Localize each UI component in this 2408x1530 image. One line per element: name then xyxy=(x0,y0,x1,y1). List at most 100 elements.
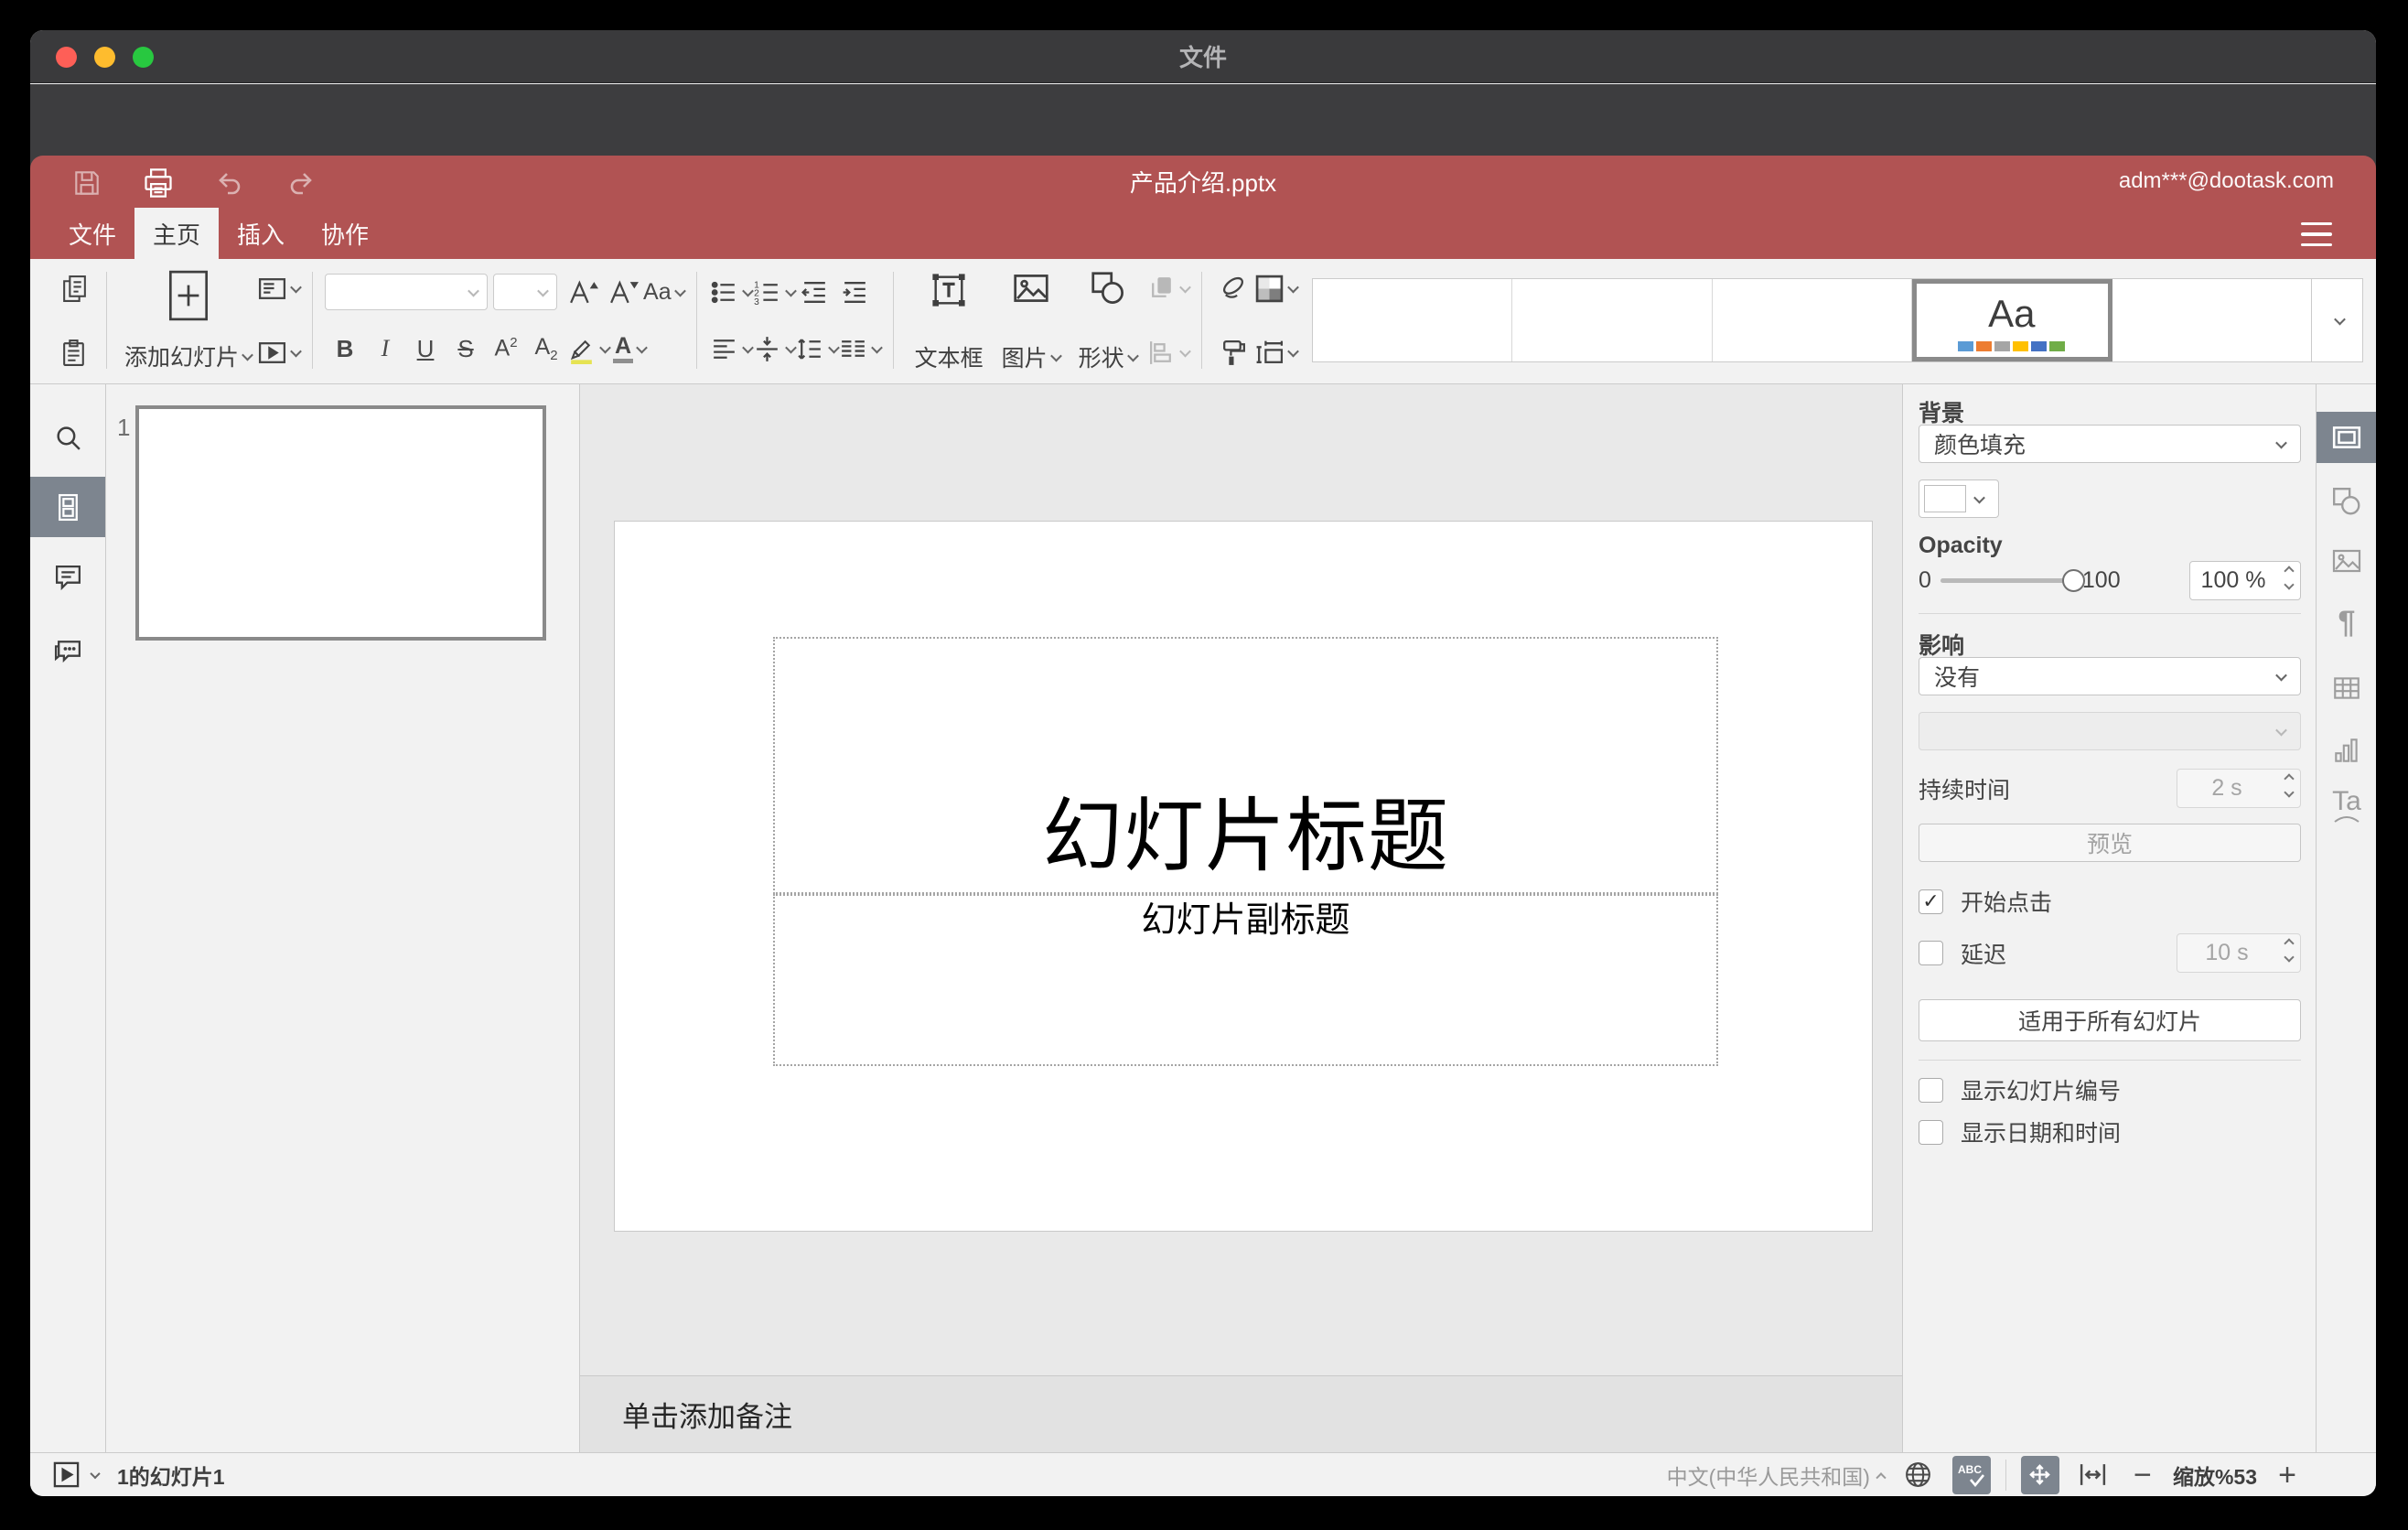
theme-colors-button[interactable] xyxy=(1254,268,1299,308)
shape-settings-button[interactable] xyxy=(2317,476,2376,527)
decrease-indent-button[interactable] xyxy=(795,272,835,312)
strikethrough-button[interactable]: S xyxy=(446,329,486,369)
paste-button[interactable] xyxy=(54,332,94,372)
bullet-list-button[interactable] xyxy=(709,272,754,312)
divider xyxy=(892,272,894,369)
comments-button[interactable] xyxy=(30,546,105,607)
effect-label: 影响 xyxy=(1919,633,1965,659)
minimize-window-button[interactable] xyxy=(94,47,115,68)
delay-checkbox[interactable] xyxy=(1919,941,1943,965)
close-window-button[interactable] xyxy=(56,47,77,68)
zoom-out-button[interactable]: − xyxy=(2127,1460,2158,1491)
print-button[interactable] xyxy=(138,163,178,203)
start-slideshow-status-button[interactable] xyxy=(52,1460,81,1489)
tab-home[interactable]: 主页 xyxy=(134,208,220,259)
set-language-button[interactable] xyxy=(1899,1456,1938,1494)
start-slideshow-button[interactable] xyxy=(257,332,302,372)
numbered-list-button[interactable] xyxy=(752,272,797,312)
clear-style-button[interactable] xyxy=(1214,268,1254,308)
title-placeholder[interactable]: 幻灯片标题 xyxy=(773,637,1718,894)
opacity-slider[interactable] xyxy=(1940,568,2085,592)
delay-input[interactable]: 10 s xyxy=(2177,933,2301,973)
effect-select[interactable]: 没有 xyxy=(1919,657,2301,695)
chart-settings-button[interactable] xyxy=(2317,725,2376,776)
textart-settings-button[interactable]: Ta xyxy=(2317,781,2376,833)
search-button[interactable] xyxy=(30,407,105,468)
slide-canvas[interactable]: 幻灯片标题 幻灯片副标题 xyxy=(615,522,1872,1231)
show-slide-number-checkbox[interactable] xyxy=(1919,1077,1943,1103)
insert-textbox-button[interactable]: 文本框 xyxy=(906,266,993,374)
slide-layout-button[interactable] xyxy=(257,268,302,308)
duration-input[interactable]: 2 s xyxy=(2177,769,2301,808)
effect-type-select[interactable] xyxy=(1919,712,2301,750)
image-settings-button[interactable] xyxy=(2317,535,2376,587)
table-settings-button[interactable] xyxy=(2317,663,2376,714)
vertical-align-button[interactable] xyxy=(752,329,797,369)
fill-type-select[interactable]: 颜色填充 xyxy=(1919,425,2301,463)
editor-header: 产品介绍.pptx adm***@dootask.com 文件 主页 插入 协作 xyxy=(30,156,2376,259)
insert-shape-button[interactable]: 形状 xyxy=(1070,266,1146,374)
paragraph-settings-button[interactable]: ¶ xyxy=(2317,597,2376,648)
theme-tile-selected[interactable]: Aa xyxy=(1912,279,2112,361)
slide-settings-button[interactable] xyxy=(2317,412,2376,463)
maximize-window-button[interactable] xyxy=(133,47,154,68)
slide-size-button[interactable] xyxy=(1254,332,1299,372)
theme-gallery-more-button[interactable] xyxy=(2311,279,2362,361)
bold-button[interactable]: B xyxy=(325,329,365,369)
slide-thumbnail[interactable] xyxy=(135,405,546,641)
line-spacing-button[interactable] xyxy=(795,329,840,369)
spinner-arrows[interactable] xyxy=(2284,773,2295,798)
tab-file[interactable]: 文件 xyxy=(50,208,134,259)
decrease-font-size-button[interactable] xyxy=(603,272,643,312)
horizontal-align-button[interactable] xyxy=(709,329,754,369)
copy-button[interactable] xyxy=(54,268,94,308)
change-case-button[interactable]: Aa xyxy=(643,272,686,312)
opacity-input[interactable]: 100 % xyxy=(2189,560,2301,600)
copy-style-button[interactable] xyxy=(1214,332,1254,372)
spinner-arrows[interactable] xyxy=(2284,938,2295,963)
spellcheck-button[interactable]: ABC xyxy=(1951,1455,1991,1494)
increase-font-size-button[interactable] xyxy=(563,272,603,312)
show-date-time-label: 显示日期和时间 xyxy=(1961,1121,2122,1147)
slides-panel-button[interactable] xyxy=(30,477,105,537)
start-on-click-checkbox[interactable]: ✓ xyxy=(1919,889,1943,914)
undo-button[interactable] xyxy=(210,163,250,203)
font-color-button[interactable]: A xyxy=(609,329,650,369)
italic-button[interactable]: I xyxy=(365,329,405,369)
fit-to-slide-button[interactable] xyxy=(2020,1455,2059,1494)
tab-collaboration[interactable]: 协作 xyxy=(303,208,387,259)
spinner-arrows[interactable] xyxy=(2284,565,2295,590)
add-slide-button[interactable]: 添加幻灯片 xyxy=(119,266,257,374)
chat-button[interactable] xyxy=(30,620,105,680)
chevron-down-icon xyxy=(290,345,302,357)
increase-indent-button[interactable] xyxy=(835,272,876,312)
fit-to-width-button[interactable] xyxy=(2074,1456,2112,1494)
save-button[interactable] xyxy=(67,163,107,203)
apply-to-all-button[interactable]: 适用于所有幻灯片 xyxy=(1919,999,2301,1041)
align-shape-button[interactable] xyxy=(1146,332,1191,372)
underline-button[interactable]: U xyxy=(405,329,446,369)
theme-tile[interactable] xyxy=(1512,279,1713,361)
theme-tile[interactable] xyxy=(2112,279,2311,361)
fill-color-picker[interactable] xyxy=(1919,479,1999,518)
notes-area[interactable]: 单击添加备注 xyxy=(580,1375,1902,1452)
highlight-color-button[interactable] xyxy=(566,329,611,369)
superscript-button[interactable]: A2 xyxy=(486,329,526,369)
slider-handle[interactable] xyxy=(2061,568,2085,592)
insert-image-button[interactable]: 图片 xyxy=(993,266,1070,374)
language-selector[interactable]: 中文(中华人民共和国) xyxy=(1667,1460,1887,1491)
subscript-button[interactable]: A2 xyxy=(526,329,566,369)
theme-tile[interactable] xyxy=(1712,279,1913,361)
redo-button[interactable] xyxy=(281,163,321,203)
font-name-select[interactable] xyxy=(325,274,489,310)
arrange-shape-button[interactable] xyxy=(1146,268,1191,308)
font-size-select[interactable] xyxy=(493,274,558,310)
subtitle-placeholder[interactable]: 幻灯片副标题 xyxy=(773,894,1718,1066)
menu-icon[interactable] xyxy=(2301,222,2332,246)
theme-tile[interactable] xyxy=(1312,279,1513,361)
zoom-in-button[interactable]: + xyxy=(2272,1460,2303,1491)
tab-insert[interactable]: 插入 xyxy=(219,208,303,259)
show-date-time-checkbox[interactable] xyxy=(1919,1119,1943,1145)
columns-button[interactable] xyxy=(838,329,883,369)
preview-button[interactable]: 预览 xyxy=(1919,824,2301,862)
